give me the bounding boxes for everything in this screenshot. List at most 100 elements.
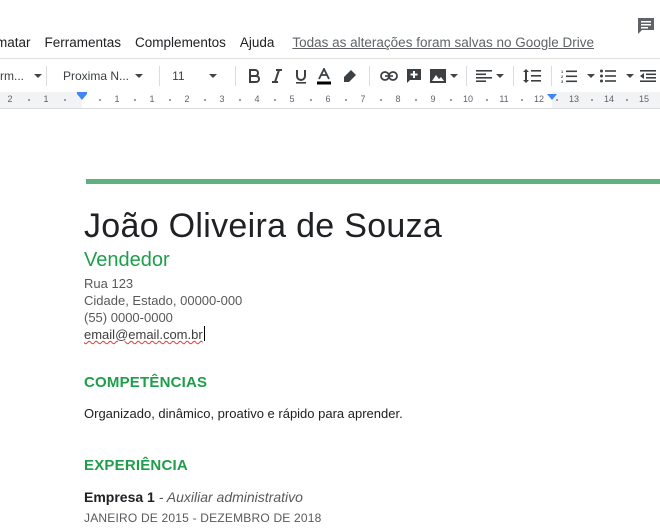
ruler-label: 8 (395, 94, 401, 104)
ruler-label: 10 (462, 94, 474, 104)
link-icon (380, 71, 398, 81)
chevron-down-icon (34, 74, 42, 78)
underline-button[interactable] (289, 64, 313, 88)
ruler-tick (310, 99, 312, 101)
chevron-down-icon (586, 74, 595, 78)
address-line-1: Rua 123 (84, 276, 134, 291)
phone-number: (55) 0000-0000 (84, 310, 173, 325)
experience-entry-title: Empresa 1 - Auxiliar administrativo (84, 489, 303, 505)
line-spacing-icon (523, 69, 542, 83)
link-button[interactable] (376, 64, 401, 88)
text-color-icon (317, 67, 332, 84)
text-color-button[interactable] (312, 64, 336, 88)
saved-status-link[interactable]: Todas as alterações foram salvas no Goog… (292, 35, 594, 50)
highlight-button[interactable] (336, 64, 363, 88)
company-separator: - (154, 489, 167, 505)
decrease-indent-icon (640, 70, 657, 82)
bulleted-list-icon (599, 69, 616, 83)
menu-addons[interactable]: Complementos (135, 35, 226, 50)
ruler-label: 6 (325, 94, 331, 104)
section-heading-experience: EXPERIÊNCIA (84, 457, 188, 474)
menu-row: matar Ferramentas Complementos Ajuda Tod… (0, 35, 594, 50)
ruler[interactable]: 2 1 1 1 2 3 4 5 6 7 8 9 10 11 12 13 14 1… (0, 92, 660, 109)
ruler-label: 11 (499, 94, 509, 104)
menu-format[interactable]: matar (0, 35, 31, 50)
job-title: Auxiliar administrativo (166, 489, 303, 505)
left-indent-marker[interactable] (77, 94, 87, 100)
svg-text:3: 3 (561, 79, 564, 83)
decrease-indent-button[interactable] (637, 64, 660, 88)
toolbar-divider (512, 66, 514, 86)
insert-image-button[interactable] (427, 64, 460, 88)
ruler-label: 7 (360, 94, 366, 104)
ruler-label: 2 (184, 94, 190, 104)
style-dropdown[interactable]: rm... (0, 64, 42, 88)
ruler-tick (486, 99, 488, 101)
comments-icon[interactable] (636, 16, 656, 36)
toolbar-divider (159, 66, 161, 86)
ruler-label: 1 (43, 94, 49, 104)
toolbar-divider (234, 66, 236, 86)
ruler-tick (204, 99, 206, 101)
font-size-value: 11 (172, 69, 185, 83)
ruler-label: 9 (430, 94, 436, 104)
bold-button[interactable] (242, 64, 266, 88)
toolbar-divider (369, 66, 371, 86)
company-name: Empresa 1 (84, 489, 155, 505)
resume-name: João Oliveira de Souza (84, 207, 443, 245)
ruler-label: 5 (289, 94, 295, 104)
ruler-label: 15 (638, 94, 650, 104)
document-page[interactable]: João Oliveira de Souza Vendedor Rua 123 … (0, 109, 660, 528)
ruler-tick (521, 99, 523, 101)
email-address: email@email.com.br (84, 327, 203, 342)
ruler-tick (169, 99, 171, 101)
menu-bar: matar Ferramentas Complementos Ajuda Tod… (0, 0, 660, 58)
line-spacing-button[interactable] (520, 64, 545, 88)
insert-comment-button[interactable] (402, 64, 427, 88)
ruler-label: 1 (149, 94, 155, 104)
chevron-down-icon (208, 74, 217, 78)
resume-role: Vendedor (84, 249, 170, 271)
ruler-label: 3 (219, 94, 225, 104)
chevron-down-icon (496, 74, 505, 78)
font-dropdown[interactable]: Proxima N... (53, 64, 153, 88)
ruler-tick (134, 99, 136, 101)
address-line-2: Cidade, Estado, 00000-000 (84, 293, 243, 308)
ruler-label: 1 (114, 94, 120, 104)
ruler-label: 2 (7, 94, 13, 104)
text-cursor (203, 326, 205, 341)
ruler-tick (239, 99, 241, 101)
ruler-tick (450, 99, 452, 101)
ruler-tick (99, 99, 101, 101)
highlight-icon (343, 70, 356, 82)
font-size-dropdown[interactable]: 11 (166, 64, 229, 88)
toolbar-divider (551, 66, 553, 86)
italic-icon (272, 69, 283, 83)
ruler-tick (415, 99, 417, 101)
font-value: Proxima N... (62, 69, 129, 83)
skills-text: Organizado, dinâmico, proativo e rápido … (84, 406, 403, 421)
ruler-label: 13 (568, 94, 580, 104)
ruler-tick (626, 99, 628, 101)
chevron-down-icon (135, 74, 143, 78)
ruler-label: 14 (603, 94, 615, 104)
ruler-tick (591, 99, 593, 101)
chevron-down-icon (625, 74, 634, 78)
numbered-list-button[interactable]: 123 (558, 64, 597, 88)
experience-period: JANEIRO DE 2015 - DEZEMBRO DE 2018 (84, 511, 322, 525)
chevron-down-icon (449, 74, 458, 78)
header-accent-rule (86, 179, 660, 184)
menu-help[interactable]: Ajuda (240, 35, 275, 50)
align-icon (476, 70, 493, 82)
menu-tools[interactable]: Ferramentas (45, 35, 122, 50)
ruler-tick (345, 99, 347, 101)
section-heading-skills: COMPETÊNCIAS (84, 374, 208, 391)
toolbar: rm... Proxima N... 11 1 2 3 (0, 58, 660, 94)
style-value: rm... (0, 69, 24, 83)
right-indent-marker[interactable] (547, 94, 557, 100)
ruler-tick (28, 99, 30, 101)
numbered-list-icon: 123 (561, 69, 577, 83)
bulleted-list-button[interactable] (597, 64, 636, 88)
align-button[interactable] (473, 64, 506, 88)
italic-button[interactable] (265, 64, 289, 88)
